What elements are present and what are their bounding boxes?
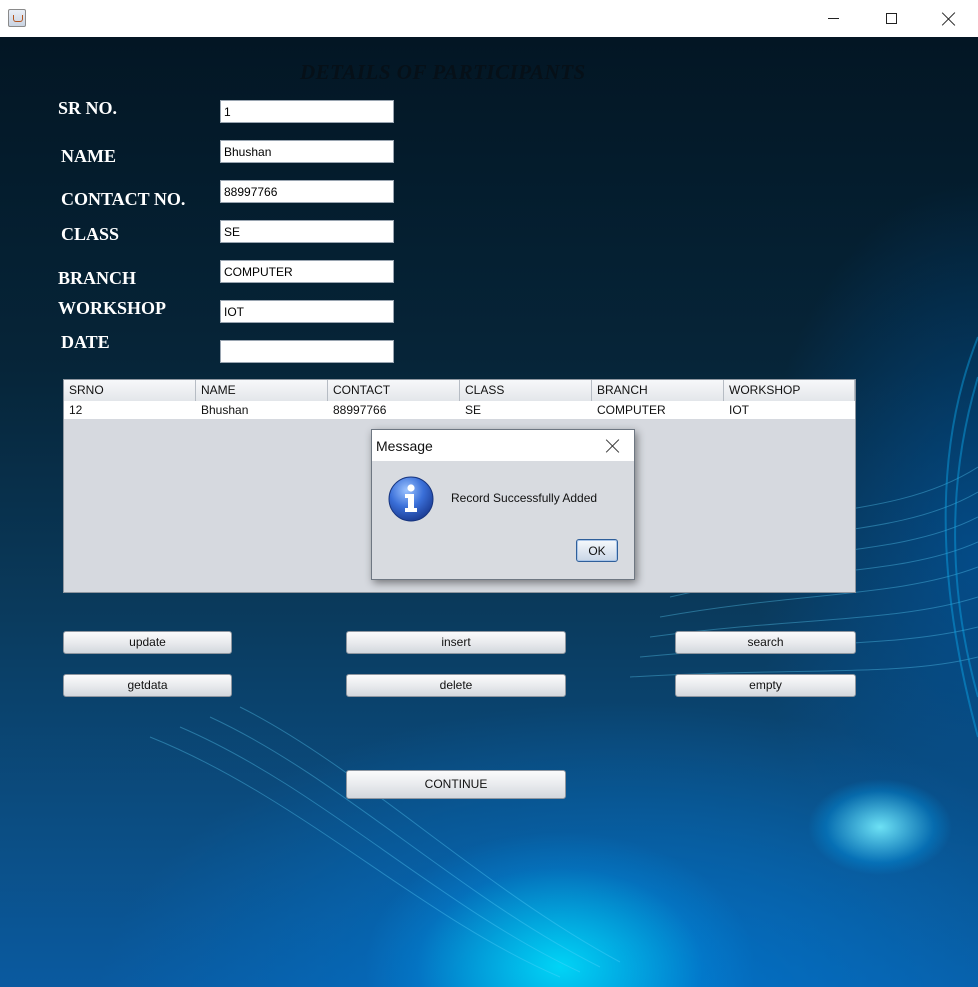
table-cell: IOT	[729, 403, 749, 417]
contact-label: CONTACT NO.	[61, 189, 186, 209]
ok-button[interactable]: OK	[576, 539, 618, 562]
dialog-message: Record Successfully Added	[451, 491, 598, 505]
dialog-title: Message	[376, 438, 433, 454]
maximize-icon	[885, 13, 897, 24]
sr-no-label: SR NO.	[58, 98, 118, 118]
branch-field[interactable]	[220, 260, 394, 283]
date-label: DATE	[61, 332, 110, 352]
class-label: CLASS	[61, 224, 120, 244]
getdata-button[interactable]: getdata	[63, 674, 232, 697]
table-header: SRNO NAME CONTACT CLASS BRANCH WORKSHOP	[64, 380, 855, 402]
continue-button[interactable]: CONTINUE	[346, 770, 566, 799]
close-icon	[606, 439, 620, 453]
message-dialog: Message Record Successfully Added OK	[371, 429, 635, 580]
date-field[interactable]	[220, 340, 394, 363]
empty-button[interactable]: empty	[675, 674, 856, 697]
search-button[interactable]: search	[675, 631, 856, 654]
table-row[interactable]: 12 Bhushan 88997766 SE COMPUTER IOT	[64, 401, 855, 419]
form-heading: DETAILS OF PARTICIPANTS	[300, 60, 586, 84]
column-header-name[interactable]: NAME	[196, 380, 328, 401]
class-field[interactable]	[220, 220, 394, 243]
workshop-field[interactable]	[220, 300, 394, 323]
close-window-button[interactable]	[920, 0, 978, 37]
maximize-button[interactable]	[862, 0, 920, 37]
update-button[interactable]: update	[63, 631, 232, 654]
minimize-button[interactable]	[804, 0, 862, 37]
name-field[interactable]	[220, 140, 394, 163]
info-icon	[388, 476, 434, 522]
contact-field[interactable]	[220, 180, 394, 203]
table-cell: COMPUTER	[597, 403, 666, 417]
table-cell: 88997766	[333, 403, 387, 417]
insert-button[interactable]: insert	[346, 631, 566, 654]
workshop-label: WORKSHOP	[58, 298, 167, 318]
minimize-icon	[827, 18, 839, 19]
dialog-close-button[interactable]	[598, 433, 628, 459]
column-header-workshop[interactable]: WORKSHOP	[724, 380, 855, 401]
table-cell: Bhushan	[201, 403, 249, 417]
table-cell: SE	[465, 403, 482, 417]
dialog-titlebar: Message	[372, 430, 634, 461]
java-cup-icon	[8, 9, 26, 27]
delete-button[interactable]: delete	[346, 674, 566, 697]
column-header-srno[interactable]: SRNO	[64, 380, 196, 401]
close-icon	[942, 12, 956, 26]
branch-label: BRANCH	[58, 268, 137, 288]
column-header-class[interactable]: CLASS	[460, 380, 592, 401]
name-label: NAME	[61, 146, 116, 166]
window-titlebar	[0, 0, 978, 37]
column-header-contact[interactable]: CONTACT	[328, 380, 460, 401]
column-header-branch[interactable]: BRANCH	[592, 380, 724, 401]
sr-no-field[interactable]	[220, 100, 394, 123]
table-cell: 12	[69, 403, 83, 417]
